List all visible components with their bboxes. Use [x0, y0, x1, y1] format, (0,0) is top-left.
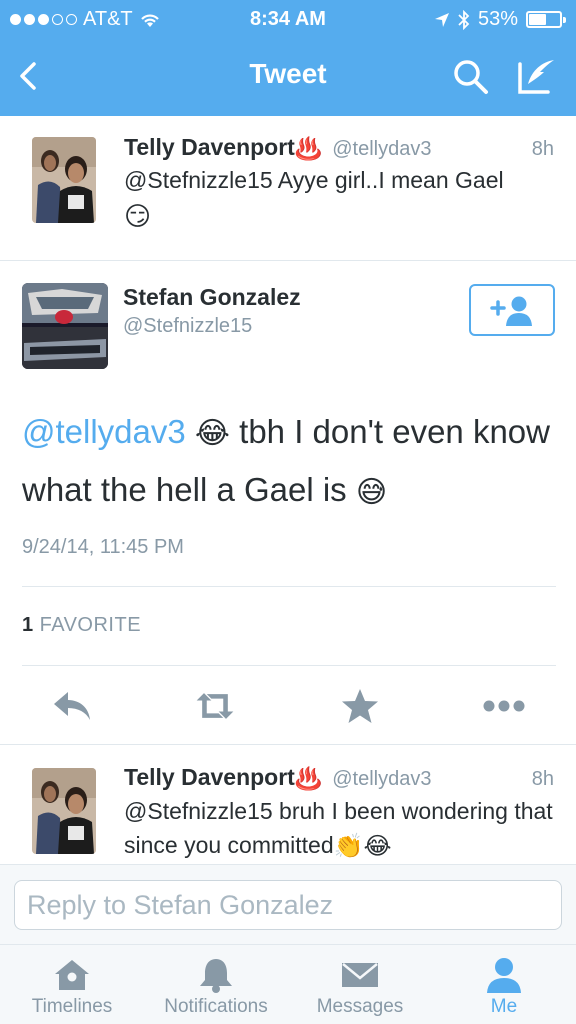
search-button[interactable]: [450, 56, 492, 98]
clapping-hands-emoji: 👏: [333, 832, 364, 860]
author-handle[interactable]: @Stefnizzle15: [123, 315, 252, 338]
reply-icon: [54, 692, 90, 720]
status-bar: AT&T 8:34 AM 53%: [0, 0, 576, 40]
bell-icon: [200, 959, 232, 993]
author-handle: @tellydav3: [332, 768, 432, 790]
divider: [0, 260, 576, 261]
compose-tweet-icon: [518, 60, 554, 94]
tweet-date: 9/24/14, 11:45 PM: [22, 536, 184, 558]
author-name[interactable]: Telly Davenport♨️ @tellydav3: [124, 134, 432, 162]
battery-icon: [526, 11, 566, 28]
tweet-actions: [0, 680, 576, 730]
tab-timelines[interactable]: Timelines: [0, 945, 144, 1024]
tweet-time: 8h: [531, 138, 554, 160]
favorites-count[interactable]: 1 FAVORITE: [22, 614, 141, 637]
location-arrow-icon: [434, 12, 449, 27]
tab-label: Timelines: [31, 996, 113, 1017]
avatar-photo: [32, 137, 96, 223]
more-button[interactable]: [482, 686, 526, 726]
author-name[interactable]: Stefan Gonzalez: [123, 284, 301, 311]
battery-level: [529, 14, 546, 25]
tab-label: Notifications: [164, 996, 268, 1017]
tab-label: Me: [490, 996, 518, 1017]
more-dots-icon: [483, 700, 525, 712]
retweet-button[interactable]: [193, 686, 237, 726]
tears-of-joy-emoji: 😂: [363, 832, 392, 860]
tab-notifications[interactable]: Notifications: [144, 945, 288, 1024]
reply-bar: [0, 864, 576, 944]
search-icon: [454, 60, 488, 94]
avatar-photo: [32, 768, 96, 854]
battery-percent: 53%: [477, 8, 518, 30]
hot-springs-emoji: ♨️: [294, 765, 323, 791]
author-handle: @tellydav3: [332, 138, 432, 160]
smirk-emoji: 😏: [124, 200, 152, 231]
bluetooth-icon: [458, 9, 470, 30]
hot-springs-emoji: ♨️: [294, 135, 323, 161]
tab-messages[interactable]: Messages: [288, 945, 432, 1024]
person-icon: [487, 958, 521, 993]
nav-header: AT&T 8:34 AM 53% Tweet: [0, 0, 576, 116]
reply-input[interactable]: [14, 880, 562, 930]
tweet-text: @Stefnizzle15 Ayye girl..I mean Gael 😏: [124, 167, 504, 231]
envelope-icon: [342, 963, 378, 987]
divider: [22, 586, 556, 587]
main-avatar[interactable]: [22, 283, 108, 369]
add-user-icon: [490, 296, 532, 326]
star-icon: [342, 689, 378, 723]
tweet-text: @Stefnizzle15 bruh I been wondering that…: [124, 794, 554, 864]
tab-label: Messages: [316, 996, 404, 1017]
reply-tweet[interactable]: Telly Davenport♨️ @tellydav3 8h @Stefnizz…: [0, 744, 576, 864]
home-icon: [55, 960, 89, 990]
divider: [22, 665, 556, 666]
avatar[interactable]: [32, 137, 96, 223]
favorite-button[interactable]: [338, 686, 382, 726]
retweet-icon: [196, 693, 234, 719]
sweat-smile-emoji: 😅: [355, 475, 388, 509]
tweet-time: 8h: [531, 768, 554, 790]
status-right: 53%: [434, 8, 566, 31]
reply-button[interactable]: [50, 686, 94, 726]
tab-bar: Timelines Notifications Messages Me: [0, 944, 576, 1024]
tears-of-joy-emoji: 😂: [194, 417, 230, 451]
author-name[interactable]: Telly Davenport♨️ @tellydav3: [124, 764, 432, 792]
parent-tweet[interactable]: Telly Davenport♨️ @tellydav3 8h @Stefnizz…: [0, 116, 576, 260]
avatar-photo: [22, 283, 108, 369]
tab-me[interactable]: Me: [432, 945, 576, 1024]
avatar[interactable]: [32, 768, 96, 854]
compose-button[interactable]: [514, 54, 558, 98]
follow-button[interactable]: [469, 284, 555, 336]
tweet-text: @tellydav3 😂 tbh I don't even know what …: [22, 404, 552, 521]
mention-link[interactable]: @tellydav3: [22, 413, 186, 450]
